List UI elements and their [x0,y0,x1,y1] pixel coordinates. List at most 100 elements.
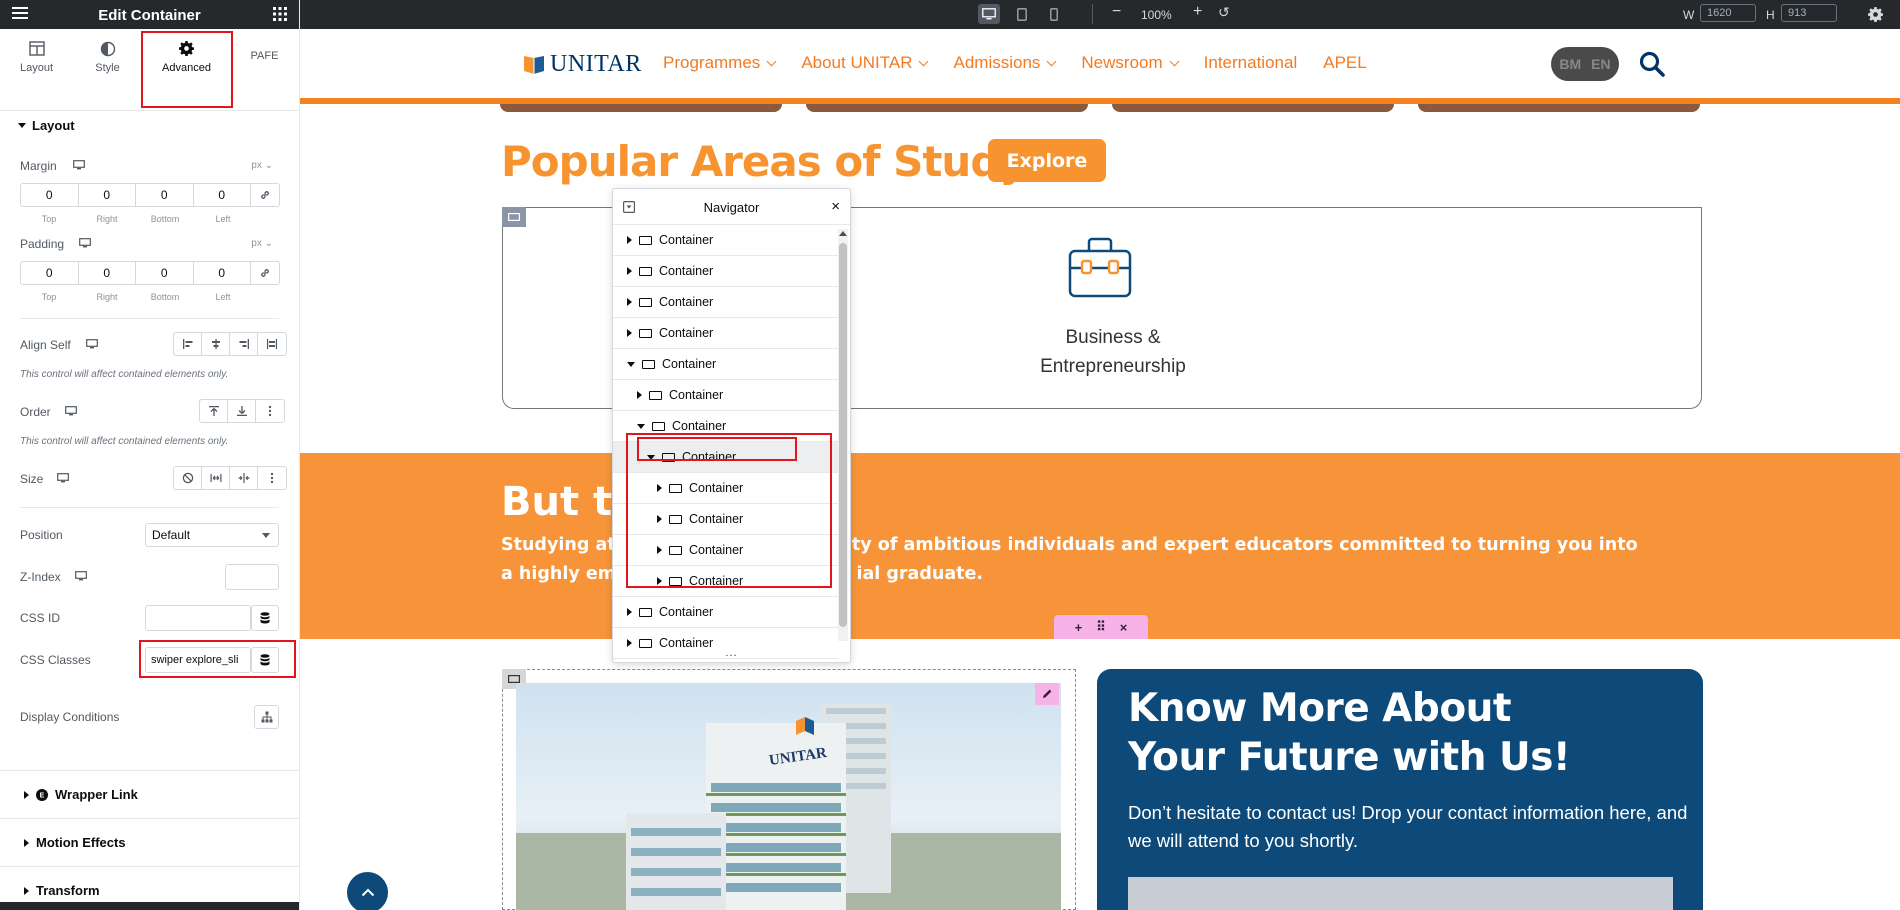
margin-dim-labels: Top Right Bottom Left [20,214,252,224]
contact-form-field[interactable] [1128,877,1673,910]
navigator-item-label: Container [672,419,727,433]
width-input[interactable]: 1620 [1700,4,1756,22]
close-icon[interactable]: × [831,198,840,215]
study-area-label-line1: Business & [1065,327,1161,348]
nav-about[interactable]: About UNITAR [801,53,929,73]
widgets-grid-icon[interactable] [273,7,287,21]
chevron-down-icon [1046,56,1057,66]
device-tablet-button[interactable] [1011,4,1033,24]
nav-newsroom[interactable]: Newsroom [1081,53,1180,73]
desktop-icon[interactable] [65,406,77,416]
dynamic-tags-button[interactable] [251,605,279,631]
scrollbar-thumb[interactable] [839,243,847,627]
margin-top-input[interactable]: 0 [21,184,79,206]
order-last-button[interactable] [228,400,256,422]
lang-en[interactable]: EN [1591,56,1610,72]
desktop-icon[interactable] [86,339,98,349]
padding-left-input[interactable]: 0 [194,262,251,284]
container-icon [652,421,665,431]
nav-programmes[interactable]: Programmes [663,53,777,73]
padding-bottom-input[interactable]: 0 [136,262,194,284]
navigator-item[interactable]: Container [613,256,838,287]
size-shrink-button[interactable] [230,467,258,489]
caret-down-icon[interactable] [627,361,635,367]
navigator-item[interactable]: Container [613,380,838,411]
margin-unit[interactable]: px ⌄ [251,160,273,171]
position-select[interactable]: Default [145,523,279,547]
edit-widget-button[interactable] [1035,683,1059,705]
motion-effects-section[interactable]: Motion Effects [0,818,299,866]
margin-bottom-input[interactable]: 0 [136,184,194,206]
pencil-icon [1043,689,1052,698]
margin-link-button[interactable] [251,184,279,206]
navigator-resize-handle[interactable]: ... [613,647,850,659]
caret-right-icon[interactable] [637,391,642,399]
align-center-button[interactable] [202,333,230,355]
padding-link-button[interactable] [251,262,279,284]
caret-right-icon[interactable] [627,236,632,244]
zoom-out-button[interactable]: − [1112,3,1121,21]
navigator-item[interactable]: Container [613,318,838,349]
device-desktop-button[interactable] [978,4,1000,24]
drag-handle-icon[interactable]: ⠿ [1096,619,1106,635]
navigator-header[interactable]: Navigator × [613,189,850,225]
caret-right-icon[interactable] [627,639,632,647]
add-section-icon[interactable]: + [1075,620,1083,635]
padding-right-input[interactable]: 0 [79,262,136,284]
nav-admissions[interactable]: Admissions [953,53,1057,73]
css-id-input[interactable] [145,605,251,631]
caret-down-icon[interactable] [637,423,645,429]
align-stretch-button[interactable] [258,333,286,355]
lang-bm[interactable]: BM [1559,56,1581,72]
tab-pafe[interactable]: PAFE [229,50,299,62]
wrapper-link-section[interactable]: E Wrapper Link [0,770,299,818]
navigator-item[interactable]: Container [613,349,838,380]
desktop-icon[interactable] [73,160,85,170]
navigator-item[interactable]: Container [613,597,838,628]
reset-zoom-icon[interactable]: ↺ [1218,4,1230,21]
size-none-button[interactable] [174,467,202,489]
size-grow-button[interactable] [202,467,230,489]
margin-right-input[interactable]: 0 [79,184,136,206]
briefcase-icon [1068,237,1132,298]
z-index-input[interactable] [225,564,279,590]
scroll-up-icon[interactable] [839,231,847,236]
nav-international[interactable]: International [1204,53,1298,73]
desktop-icon[interactable] [75,571,87,581]
size-more-button[interactable] [258,467,286,489]
settings-gear-icon[interactable] [1868,7,1883,22]
device-mobile-button[interactable] [1043,4,1065,24]
align-end-button[interactable] [230,333,258,355]
desktop-icon[interactable] [57,473,69,483]
language-switcher[interactable]: BM EN [1551,47,1619,81]
caret-right-icon[interactable] [627,267,632,275]
align-start-button[interactable] [174,333,202,355]
desktop-icon[interactable] [79,238,91,248]
site-logo[interactable]: UNITAR [522,51,642,78]
tab-layout[interactable]: Layout [1,41,72,74]
padding-unit[interactable]: px ⌄ [251,238,273,249]
order-more-button[interactable] [256,400,284,422]
display-conditions-button[interactable] [254,705,279,729]
order-first-button[interactable] [200,400,228,422]
caret-right-icon[interactable] [627,329,632,337]
explore-button[interactable]: Explore [988,139,1106,182]
tab-style[interactable]: Style [72,41,143,74]
site-preview: UNITAR Programmes About UNITAR Admission… [300,29,1900,910]
back-to-top-button[interactable] [347,872,388,910]
caret-right-icon[interactable] [627,608,632,616]
nav-apel[interactable]: APEL [1323,53,1366,73]
caret-right-icon[interactable] [627,298,632,306]
layout-section-header[interactable]: Layout [18,118,75,133]
section-handle[interactable]: + ⠿ × [1054,615,1148,639]
navigator-scrollbar[interactable] [838,229,848,641]
zoom-in-button[interactable]: + [1193,3,1202,21]
search-icon[interactable] [1639,51,1665,77]
container-handle-icon[interactable] [502,207,526,227]
margin-left-input[interactable]: 0 [194,184,251,206]
navigator-item[interactable]: Container [613,287,838,318]
delete-section-icon[interactable]: × [1120,620,1128,635]
height-input[interactable]: 913 [1781,4,1837,22]
navigator-item[interactable]: Container [613,225,838,256]
padding-top-input[interactable]: 0 [21,262,79,284]
